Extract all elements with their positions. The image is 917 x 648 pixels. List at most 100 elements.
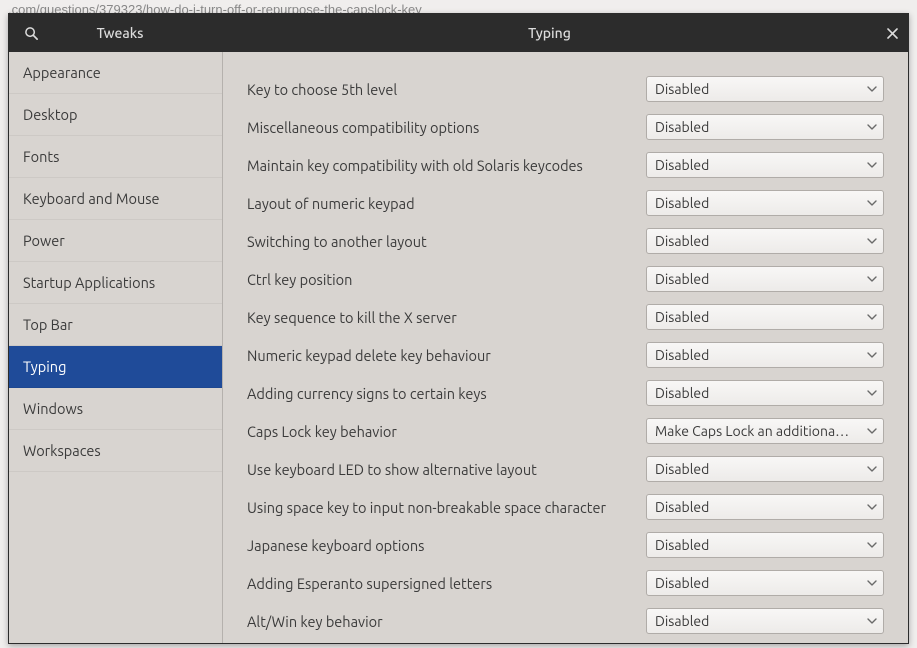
sidebar-item-label: Workspaces [23,442,101,459]
setting-combo-value: Disabled [655,157,861,173]
setting-label: Key sequence to kill the X server [247,309,646,326]
sidebar-item-label: Appearance [23,64,101,81]
setting-label: Numeric keypad delete key behaviour [247,347,646,364]
page-title: Typing [223,25,876,41]
setting-combo[interactable]: Disabled [646,608,884,634]
sidebar-item-top-bar[interactable]: Top Bar [9,304,222,346]
setting-row: Japanese keyboard options Disabled [247,532,884,558]
sidebar-item-label: Keyboard and Mouse [23,190,160,207]
setting-combo[interactable]: Disabled [646,342,884,368]
setting-combo-value: Disabled [655,537,861,553]
setting-combo-value: Make Caps Lock an additiona… [655,423,861,439]
setting-row: Key sequence to kill the X server Disable… [247,304,884,330]
setting-combo[interactable]: Disabled [646,532,884,558]
setting-combo[interactable]: Disabled [646,152,884,178]
sidebar-item-label: Power [23,232,65,249]
setting-combo-value: Disabled [655,499,861,515]
setting-combo[interactable]: Disabled [646,380,884,406]
setting-row: Adding currency signs to certain keys Dis… [247,380,884,406]
sidebar-item-workspaces[interactable]: Workspaces [9,430,222,472]
setting-row: Switching to another layout Disabled [247,228,884,254]
titlebar-left: Tweaks [9,19,223,47]
setting-row: Adding Esperanto supersigned lettersDisa… [247,570,884,596]
close-icon [887,28,898,39]
chevron-down-icon [867,618,877,624]
setting-row: Use keyboard LED to show alternative lay… [247,456,884,482]
setting-combo[interactable]: Disabled [646,76,884,102]
sidebar-item-label: Startup Applications [23,274,155,291]
setting-combo[interactable]: Disabled [646,494,884,520]
sidebar: Appearance Desktop Fonts Keyboard and Mouse… [9,52,223,643]
chevron-down-icon [867,200,877,206]
chevron-down-icon [867,86,877,92]
chevron-down-icon [867,542,877,548]
chevron-down-icon [867,352,877,358]
body-area: Appearance Desktop Fonts Keyboard and Mouse… [9,52,908,643]
sidebar-item-keyboard-and-mouse[interactable]: Keyboard and Mouse [9,178,222,220]
sidebar-item-label: Typing [23,358,66,375]
setting-row: Alt/Win key behavior Disabled [247,608,884,634]
setting-row: Key to choose 5th level Disabled [247,76,884,102]
setting-combo[interactable]: Disabled [646,228,884,254]
setting-combo-value: Disabled [655,575,861,591]
setting-combo[interactable]: Disabled [646,114,884,140]
setting-row: Layout of numeric keypad Disabled [247,190,884,216]
chevron-down-icon [867,428,877,434]
setting-row: Miscellaneous compatibility options Disab… [247,114,884,140]
setting-combo[interactable]: Disabled [646,266,884,292]
chevron-down-icon [867,238,877,244]
setting-combo[interactable]: Make Caps Lock an additiona… [646,418,884,444]
chevron-down-icon [867,390,877,396]
setting-label: Using space key to input non-breakable s… [247,499,646,516]
titlebar: Tweaks Typing [9,14,908,52]
sidebar-item-desktop[interactable]: Desktop [9,94,222,136]
setting-combo-value: Disabled [655,309,861,325]
close-button[interactable] [876,14,908,52]
sidebar-item-startup-applications[interactable]: Startup Applications [9,262,222,304]
sidebar-item-windows[interactable]: Windows [9,388,222,430]
sidebar-item-label: Desktop [23,106,77,123]
setting-label: Layout of numeric keypad [247,195,646,212]
sidebar-item-typing[interactable]: Typing [9,346,222,388]
setting-combo[interactable]: Disabled [646,304,884,330]
setting-combo-value: Disabled [655,119,861,135]
setting-label: Use keyboard LED to show alternative lay… [247,461,646,478]
setting-combo[interactable]: Disabled [646,456,884,482]
sidebar-item-fonts[interactable]: Fonts [9,136,222,178]
sidebar-item-appearance[interactable]: Appearance [9,52,222,94]
setting-combo[interactable]: Disabled [646,570,884,596]
setting-label: Ctrl key position [247,271,646,288]
setting-label: Switching to another layout [247,233,646,250]
setting-combo-value: Disabled [655,271,861,287]
setting-label: Adding currency signs to certain keys [247,385,646,402]
search-icon [24,26,39,41]
setting-label: Caps Lock key behavior [247,423,646,440]
setting-combo-value: Disabled [655,347,861,363]
sidebar-item-label: Windows [23,400,83,417]
setting-combo-value: Disabled [655,233,861,249]
search-button[interactable] [15,19,47,47]
chevron-down-icon [867,162,877,168]
setting-label: Miscellaneous compatibility options [247,119,646,136]
sidebar-item-label: Top Bar [23,316,73,333]
chevron-down-icon [867,124,877,130]
chevron-down-icon [867,504,877,510]
setting-combo-value: Disabled [655,81,861,97]
tweaks-window: Tweaks Typing Appearance Desktop Fonts Keyb… [8,13,909,644]
setting-combo-value: Disabled [655,613,861,629]
app-title: Tweaks [47,25,223,41]
setting-row: Caps Lock key behavior Make Caps Lock an … [247,418,884,444]
content-panel: Key to choose 5th levelDisabledMiscellan… [223,52,908,643]
sidebar-item-power[interactable]: Power [9,220,222,262]
chevron-down-icon [867,314,877,320]
setting-combo[interactable]: Disabled [646,190,884,216]
setting-combo-value: Disabled [655,385,861,401]
setting-row: Maintain key compatibility with old Sola… [247,152,884,178]
setting-label: Japanese keyboard options [247,537,646,554]
setting-label: Alt/Win key behavior [247,613,646,630]
chevron-down-icon [867,580,877,586]
setting-row: Numeric keypad delete key behaviour Disab… [247,342,884,368]
setting-label: Key to choose 5th level [247,81,646,98]
setting-combo-value: Disabled [655,195,861,211]
chevron-down-icon [867,466,877,472]
